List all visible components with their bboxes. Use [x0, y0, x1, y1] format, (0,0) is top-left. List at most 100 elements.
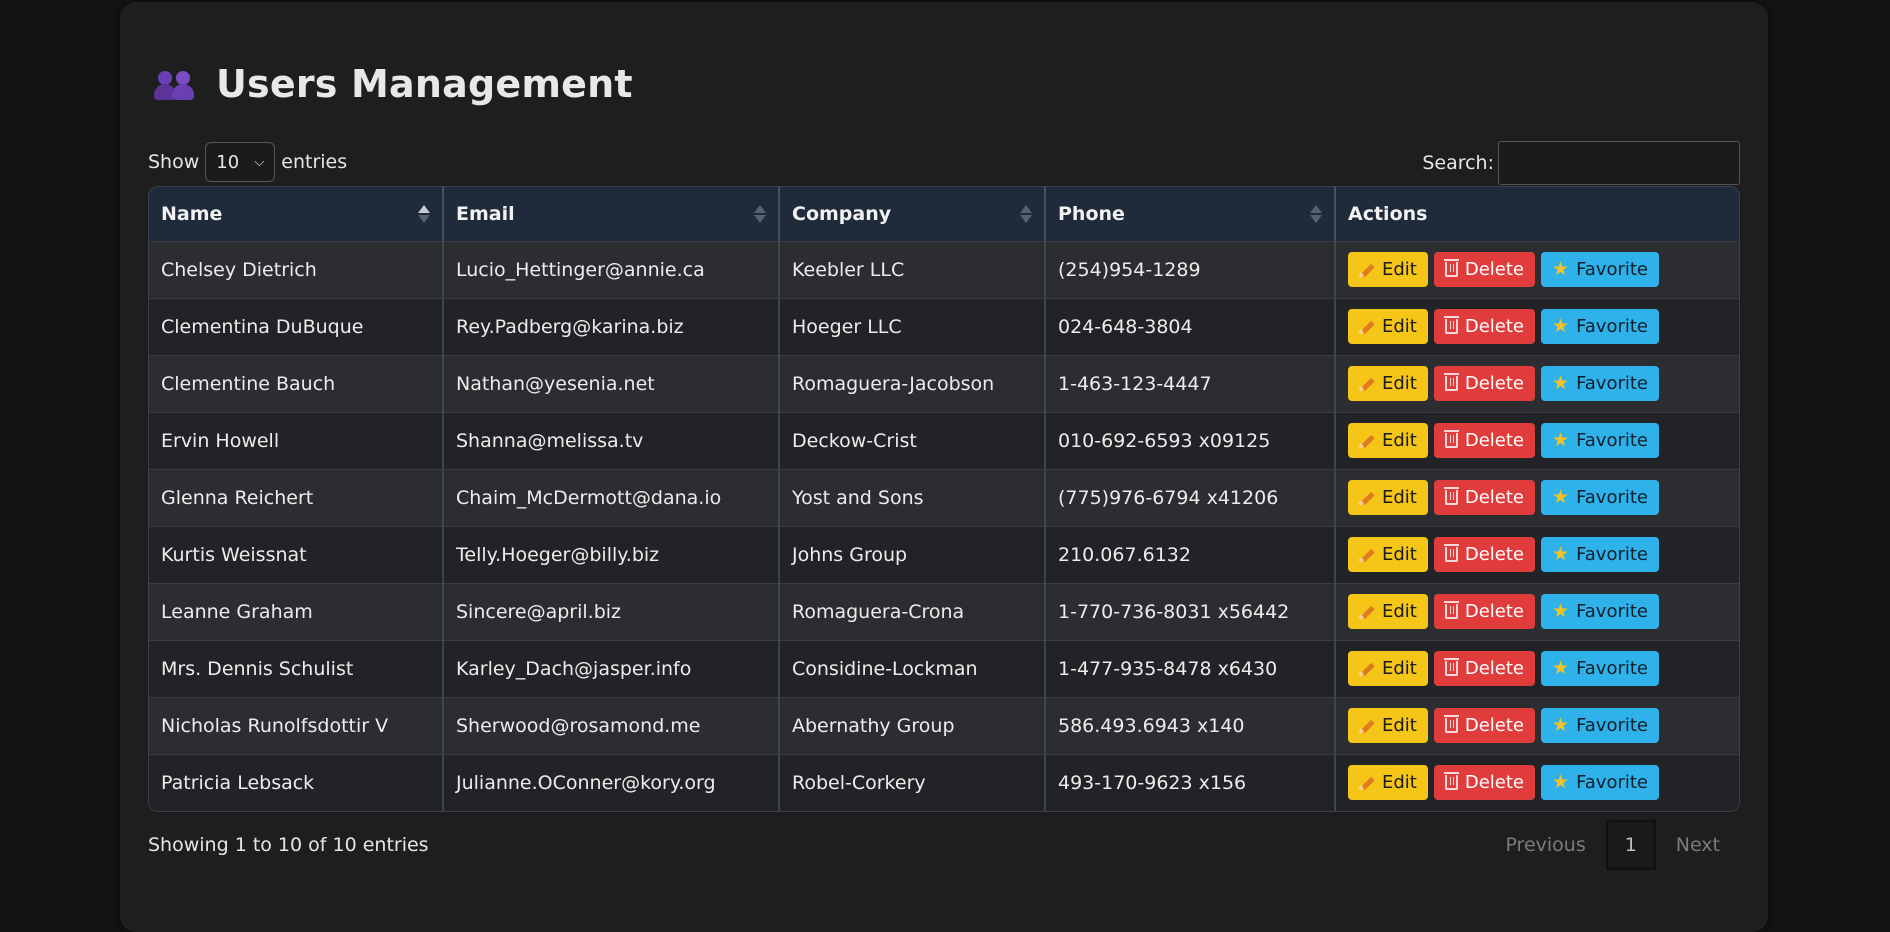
edit-button[interactable]: Edit — [1348, 252, 1428, 287]
edit-button[interactable]: Edit — [1348, 708, 1428, 743]
edit-label: Edit — [1382, 715, 1417, 736]
entries-label: entries — [281, 151, 348, 173]
trash-icon — [1443, 316, 1459, 334]
star-icon: ★ — [1552, 315, 1570, 337]
star-icon: ★ — [1552, 429, 1570, 451]
delete-button[interactable]: Delete — [1433, 765, 1536, 801]
favorite-button[interactable]: ★ Favorite — [1541, 594, 1659, 629]
favorite-button[interactable]: ★ Favorite — [1541, 252, 1659, 287]
previous-page-button[interactable]: Previous — [1485, 820, 1605, 870]
cell-phone: 010-692-6593 x09125 — [1045, 411, 1336, 469]
delete-button[interactable]: Delete — [1433, 594, 1536, 629]
row-actions: Edit Delete ★ Favorite — [1348, 366, 1727, 401]
show-label: Show — [148, 151, 200, 173]
column-header-email[interactable]: Email — [443, 187, 780, 241]
users-table: Name Email Company Phone Actions Chelsey… — [149, 187, 1739, 811]
users-table-container: Name Email Company Phone Actions Chelsey… — [148, 186, 1740, 812]
cell-name: Glenna Reichert — [149, 468, 444, 526]
delete-button[interactable]: Delete — [1433, 708, 1536, 743]
row-actions: Edit Delete ★ Favorite — [1348, 537, 1727, 572]
delete-button[interactable]: Delete — [1433, 651, 1536, 686]
favorite-button[interactable]: ★ Favorite — [1541, 423, 1659, 458]
delete-button[interactable]: Delete — [1433, 366, 1536, 401]
cell-name: Chelsey Dietrich — [149, 240, 444, 298]
delete-label: Delete — [1464, 430, 1525, 451]
page-title: Users Management — [216, 62, 633, 106]
favorite-label: Favorite — [1576, 259, 1648, 280]
favorite-button[interactable]: ★ Favorite — [1541, 309, 1659, 344]
pencil-icon — [1359, 661, 1375, 677]
cell-actions: Edit Delete ★ Favorite — [1335, 525, 1739, 583]
favorite-button[interactable]: ★ Favorite — [1541, 537, 1659, 572]
trash-icon — [1443, 544, 1459, 562]
cell-email: Nathan@yesenia.net — [443, 354, 780, 412]
favorite-label: Favorite — [1576, 772, 1648, 794]
edit-button[interactable]: Edit — [1348, 366, 1428, 401]
table-body: Chelsey Dietrich Lucio_Hettinger@annie.ca… — [149, 240, 1739, 811]
cell-actions: Edit Delete ★ Favorite — [1335, 582, 1739, 640]
column-header-name[interactable]: Name — [149, 187, 444, 241]
cell-email: Karley_Dach@jasper.info — [443, 639, 780, 697]
delete-button[interactable]: Delete — [1433, 309, 1536, 344]
edit-label: Edit — [1382, 544, 1417, 565]
pencil-icon — [1359, 604, 1375, 620]
favorite-label: Favorite — [1576, 430, 1648, 451]
edit-label: Edit — [1382, 658, 1417, 679]
cell-name: Kurtis Weissnat — [149, 525, 444, 583]
cell-company: Yost and Sons — [779, 468, 1046, 526]
search-input[interactable] — [1498, 141, 1740, 185]
cell-email: Julianne.OConner@kory.org — [443, 753, 780, 811]
edit-button[interactable]: Edit — [1348, 651, 1428, 686]
table-row: Nicholas Runolfsdottir V Sherwood@rosamon… — [149, 696, 1739, 754]
favorite-button[interactable]: ★ Favorite — [1541, 765, 1659, 801]
delete-button[interactable]: Delete — [1433, 537, 1536, 572]
delete-label: Delete — [1464, 544, 1525, 565]
entries-length-select[interactable]: 10 ⌵ — [205, 142, 276, 182]
delete-label: Delete — [1464, 715, 1525, 736]
cell-phone: 024-648-3804 — [1045, 297, 1336, 355]
cell-email: Sincere@april.biz — [443, 582, 780, 640]
favorite-button[interactable]: ★ Favorite — [1541, 651, 1659, 686]
page-1-button[interactable]: 1 — [1605, 820, 1656, 870]
favorite-button[interactable]: ★ Favorite — [1541, 480, 1659, 515]
cell-company: Keebler LLC — [779, 240, 1046, 298]
star-icon: ★ — [1552, 600, 1570, 622]
cell-phone: 1-477-935-8478 x6430 — [1045, 639, 1336, 697]
column-header-phone[interactable]: Phone — [1045, 187, 1336, 241]
search-label: Search: — [1422, 152, 1494, 174]
cell-name: Leanne Graham — [149, 582, 444, 640]
cell-company: Hoeger LLC — [779, 297, 1046, 355]
edit-button[interactable]: Edit — [1348, 309, 1428, 344]
favorite-label: Favorite — [1576, 601, 1648, 622]
edit-button[interactable]: Edit — [1348, 765, 1428, 801]
next-page-button[interactable]: Next — [1656, 820, 1740, 870]
delete-button[interactable]: Delete — [1433, 252, 1536, 287]
row-actions: Edit Delete ★ Favorite — [1348, 651, 1727, 686]
favorite-button[interactable]: ★ Favorite — [1541, 708, 1659, 743]
delete-button[interactable]: Delete — [1433, 423, 1536, 458]
column-header-company[interactable]: Company — [779, 187, 1046, 241]
trash-icon — [1443, 430, 1459, 448]
chevron-down-icon: ⌵ — [254, 154, 265, 170]
trash-icon — [1443, 487, 1459, 505]
edit-button[interactable]: Edit — [1348, 423, 1428, 458]
trash-icon — [1443, 601, 1459, 619]
favorite-button[interactable]: ★ Favorite — [1541, 366, 1659, 401]
table-header-row: Name Email Company Phone Actions — [149, 187, 1739, 241]
users-management-card: Users Management Show 10 ⌵ entries Searc… — [120, 2, 1768, 932]
delete-button[interactable]: Delete — [1433, 480, 1536, 515]
cell-email: Chaim_McDermott@dana.io — [443, 468, 780, 526]
edit-button[interactable]: Edit — [1348, 480, 1428, 515]
edit-label: Edit — [1382, 373, 1417, 394]
table-row: Kurtis Weissnat Telly.Hoeger@billy.biz Joh… — [149, 525, 1739, 583]
edit-button[interactable]: Edit — [1348, 537, 1428, 572]
edit-button[interactable]: Edit — [1348, 594, 1428, 629]
favorite-label: Favorite — [1576, 544, 1648, 565]
star-icon: ★ — [1552, 258, 1570, 280]
star-icon: ★ — [1552, 771, 1570, 794]
favorite-label: Favorite — [1576, 487, 1648, 508]
delete-label: Delete — [1464, 259, 1525, 280]
trash-icon — [1443, 715, 1459, 733]
column-header-actions: Actions — [1335, 187, 1739, 241]
delete-label: Delete — [1464, 601, 1525, 622]
